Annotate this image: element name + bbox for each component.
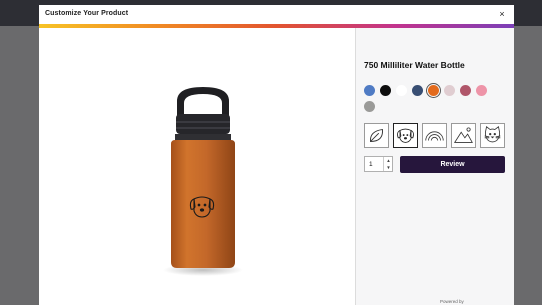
quantity-decrement-button[interactable]: ▼ bbox=[383, 164, 393, 171]
cat-icon bbox=[484, 126, 501, 143]
close-icon[interactable]: × bbox=[496, 8, 508, 20]
dog-icon bbox=[397, 128, 414, 143]
quantity-increment-button[interactable]: ▲ bbox=[383, 157, 393, 164]
rainbow-icon bbox=[425, 131, 444, 141]
backdrop-left bbox=[0, 26, 39, 305]
color-swatch-navy[interactable] bbox=[412, 85, 423, 96]
color-swatch-white[interactable] bbox=[396, 85, 407, 96]
color-swatch-blue[interactable] bbox=[364, 85, 375, 96]
design-option-leaf[interactable] bbox=[364, 123, 389, 148]
color-swatch-gray[interactable] bbox=[364, 101, 375, 112]
mountains-icon bbox=[454, 127, 473, 143]
review-button[interactable]: Review bbox=[400, 156, 505, 173]
design-option-dog[interactable] bbox=[393, 123, 418, 148]
bottle-image bbox=[163, 87, 243, 276]
design-option-mountains[interactable] bbox=[451, 123, 476, 148]
powered-by-label: Powered by bbox=[440, 299, 464, 304]
modal-header: Customize Your Product × bbox=[39, 5, 514, 24]
modal-title: Customize Your Product bbox=[45, 10, 129, 17]
leaf-icon bbox=[370, 128, 383, 142]
color-swatch-black[interactable] bbox=[380, 85, 391, 96]
color-swatch-orange[interactable] bbox=[428, 85, 439, 96]
design-option-cat[interactable] bbox=[480, 123, 505, 148]
backdrop-right bbox=[514, 26, 542, 305]
design-option-rainbow[interactable] bbox=[422, 123, 447, 148]
customize-modal: Customize Your Product × 750 Milliliter … bbox=[39, 5, 514, 305]
color-swatch-berry[interactable] bbox=[460, 85, 471, 96]
product-title: 750 Milliliter Water Bottle bbox=[364, 60, 465, 70]
color-swatch-light-pink[interactable] bbox=[444, 85, 455, 96]
quantity-input[interactable] bbox=[365, 157, 383, 171]
quantity-stepper: ▲ ▼ bbox=[364, 156, 393, 172]
color-swatch-pink[interactable] bbox=[476, 85, 487, 96]
options-panel: 750 Milliliter Water Bottle 1 ▲ ▼ Review… bbox=[356, 28, 514, 305]
product-preview bbox=[39, 28, 355, 305]
